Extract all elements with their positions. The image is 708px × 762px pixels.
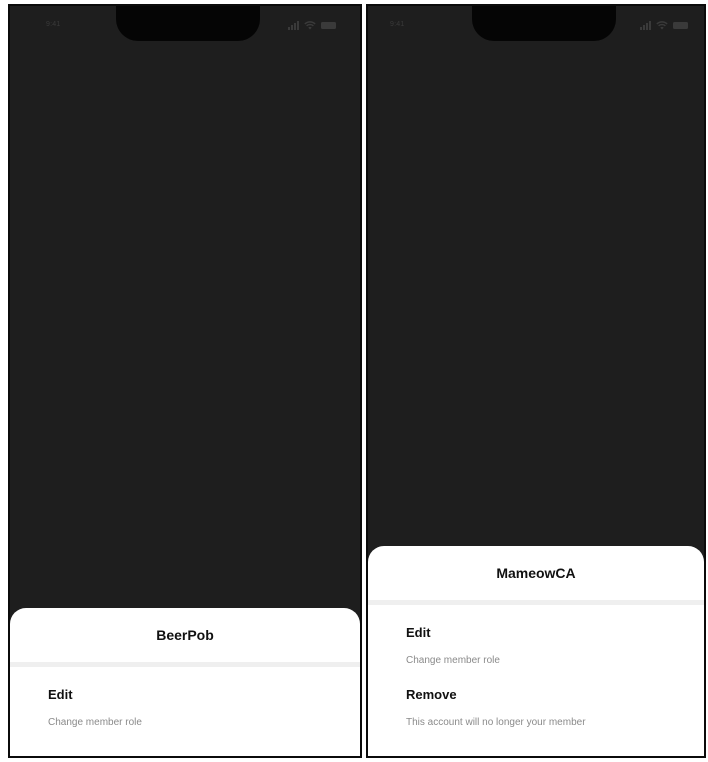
option-description: This account will no longer your member <box>406 717 586 728</box>
sheet-title: BeerPob <box>156 627 214 643</box>
status-icons <box>640 20 688 30</box>
member-action-sheet: BeerPob Edit Change member role <box>10 608 360 756</box>
status-time: 9:41 <box>46 21 61 28</box>
phone-screen-left: 9:41 BeerPob Edit Change member role <box>8 4 362 758</box>
status-bar: 9:41 <box>10 6 360 46</box>
sheet-divider <box>10 662 360 667</box>
battery-icon <box>673 22 688 29</box>
signal-icon <box>640 21 651 30</box>
wifi-icon <box>304 21 316 30</box>
member-action-sheet: MameowCA Edit Change member role Remove … <box>368 546 704 756</box>
edit-member-option[interactable]: Edit Change member role <box>368 625 704 667</box>
sheet-title: MameowCA <box>496 565 576 581</box>
battery-icon <box>321 22 336 29</box>
edit-member-option[interactable]: Edit Change member role <box>10 687 360 729</box>
option-label: Remove <box>406 687 457 702</box>
status-icons <box>288 20 336 30</box>
option-description: Change member role <box>406 655 500 666</box>
device-notch <box>472 6 616 41</box>
status-bar: 9:41 <box>368 6 704 46</box>
wifi-icon <box>656 21 668 30</box>
signal-icon <box>288 21 299 30</box>
option-label: Edit <box>48 687 73 702</box>
phone-screen-right: 9:41 MameowCA Edit Change member role Re… <box>366 4 706 758</box>
remove-member-option[interactable]: Remove This account will no longer your … <box>368 687 704 729</box>
option-label: Edit <box>406 625 431 640</box>
device-notch <box>116 6 260 41</box>
option-description: Change member role <box>48 717 142 728</box>
sheet-divider <box>368 600 704 605</box>
status-time: 9:41 <box>390 21 405 28</box>
